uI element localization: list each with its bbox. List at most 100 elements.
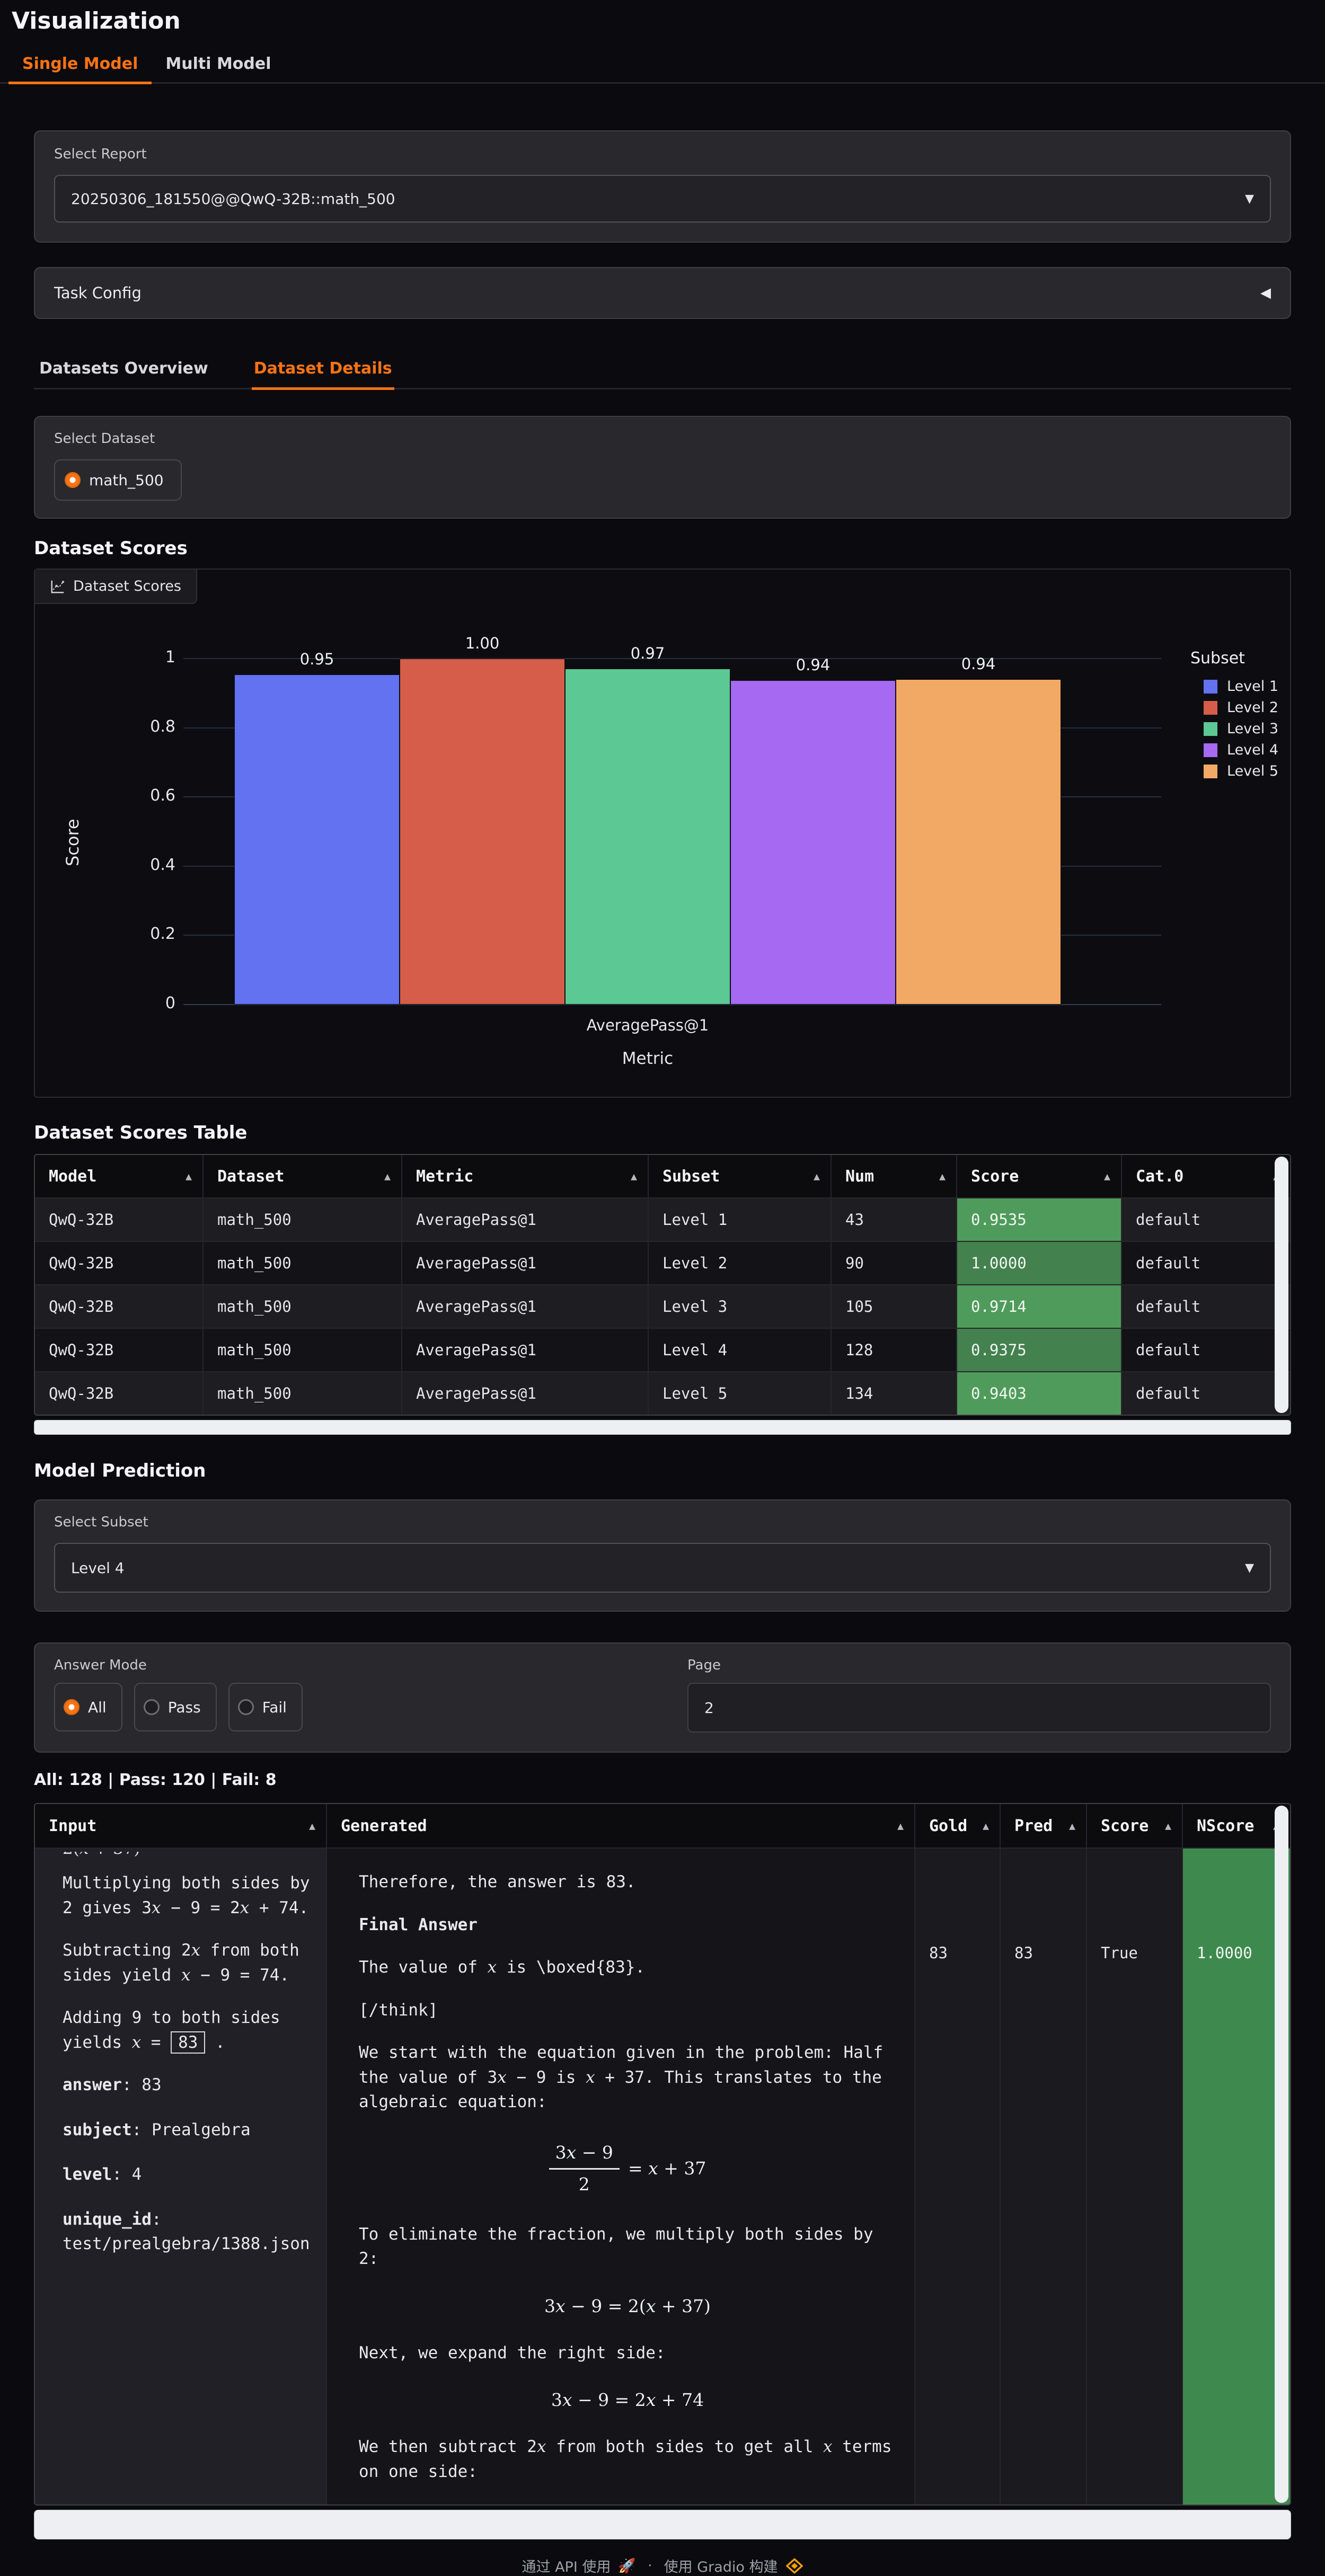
bar-level-4[interactable] <box>730 680 896 1005</box>
bar-level-1[interactable] <box>234 674 400 1005</box>
fraction-numerator: 3x − 9 <box>549 2142 620 2170</box>
y-tick-label: 0.4 <box>117 856 175 874</box>
sort-arrow-icon[interactable]: ▲ <box>1069 1819 1075 1832</box>
column-header-label: Pred <box>1014 1817 1053 1835</box>
cell-metric: AveragePass@1 <box>402 1285 649 1328</box>
cell-model: QwQ-32B <box>35 1198 204 1241</box>
legend-item-level-4[interactable]: Level 4 <box>1204 742 1278 758</box>
table-header-row: Input▲Generated▲Gold▲Pred▲Score▲NScore▲ <box>35 1804 1290 1847</box>
dataset-tabs: Datasets Overview Dataset Details <box>34 353 1291 389</box>
legend-item-level-5[interactable]: Level 5 <box>1204 763 1278 779</box>
built-with-gradio-link[interactable]: 使用 Gradio 构建 <box>664 2555 778 2576</box>
column-header-generated[interactable]: Generated ▲ <box>327 1804 915 1847</box>
column-header-label: Input <box>49 1817 96 1835</box>
bar-level-5[interactable] <box>896 679 1061 1005</box>
page-input[interactable] <box>687 1683 1271 1733</box>
radio-fail[interactable]: Fail <box>228 1683 303 1731</box>
generated-content: Therefore, the answer is 83.Final Answer… <box>341 1849 914 2504</box>
y-tick-label: 0.6 <box>117 786 175 805</box>
column-header-label: Gold <box>929 1817 967 1835</box>
field-unique-id: unique_id: test/prealgebra/1388.json <box>63 2207 312 2257</box>
report-dropdown[interactable]: 20250306_181550@@QwQ-32B::math_500 ▼ <box>54 175 1271 223</box>
column-header-label: Metric <box>416 1167 473 1186</box>
cell-cat-0: default <box>1122 1372 1290 1415</box>
tab-multi-model[interactable]: Multi Model <box>152 47 285 84</box>
vertical-scrollbar[interactable] <box>1275 1806 1288 2503</box>
answer-mode-label: Answer Mode <box>54 1657 687 1673</box>
chevron-down-icon: ▼ <box>1245 192 1254 206</box>
cell-gold: 83 <box>915 1849 1001 2504</box>
sort-arrow-icon[interactable]: ▲ <box>186 1170 192 1183</box>
cell-model: QwQ-32B <box>35 1285 204 1328</box>
cell-cat-0: default <box>1122 1198 1290 1241</box>
sort-arrow-icon[interactable]: ▲ <box>631 1170 637 1183</box>
column-header-metric[interactable]: Metric ▲ <box>402 1155 649 1197</box>
sort-arrow-icon[interactable]: ▲ <box>939 1170 946 1183</box>
subset-dropdown[interactable]: Level 4 ▼ <box>54 1543 1271 1593</box>
column-header-num[interactable]: Num ▲ <box>832 1155 957 1197</box>
bar-value-label: 0.97 <box>565 644 730 662</box>
boxed-answer: 83 <box>171 2031 205 2054</box>
paragraph: We start with the equation given in the … <box>359 2040 896 2115</box>
paragraph: Final Answer <box>359 1913 896 1938</box>
bar-level-2[interactable] <box>400 659 565 1005</box>
cell-metric: AveragePass@1 <box>402 1372 649 1415</box>
bar-level-3[interactable] <box>565 669 730 1005</box>
column-header-subset[interactable]: Subset▲ <box>649 1155 832 1197</box>
radio-pass[interactable]: Pass <box>134 1683 217 1731</box>
task-config-accordion[interactable]: Task Config ◀ <box>34 267 1291 319</box>
cell-subset: Level 2 <box>649 1242 832 1284</box>
subset-dropdown-value: Level 4 <box>71 1559 125 1577</box>
table-header-row: Model▲Dataset▲Metric▲Subset▲Num▲Score▲Ca… <box>35 1155 1290 1197</box>
sort-arrow-icon[interactable]: ▲ <box>1165 1819 1171 1832</box>
cell-score: 1.0000 <box>957 1242 1122 1284</box>
column-header-pred[interactable]: Pred ▲ <box>1001 1804 1087 1847</box>
sort-arrow-icon[interactable]: ▲ <box>384 1170 391 1183</box>
radio-icon <box>65 472 81 488</box>
column-header-nscore[interactable]: NScore▲ <box>1183 1804 1290 1847</box>
column-header-model[interactable]: Model▲ <box>35 1155 204 1197</box>
chevron-down-icon: ▼ <box>1245 1561 1254 1575</box>
cell-model: QwQ-32B <box>35 1242 204 1284</box>
dataset-radio-group: math_500 <box>54 459 1271 501</box>
column-header-input[interactable]: Input ▲ <box>35 1804 327 1847</box>
sort-arrow-icon[interactable]: ▲ <box>309 1819 315 1832</box>
column-header-gold[interactable]: Gold ▲ <box>915 1804 1001 1847</box>
cell-cat-0: default <box>1122 1285 1290 1328</box>
dataset-scores-heading: Dataset Scores <box>34 538 1291 559</box>
horizontal-scrollbar[interactable] <box>34 1420 1291 1435</box>
cell-generated: Therefore, the answer is 83.Final Answer… <box>327 1849 915 2504</box>
column-header-label: Generated <box>341 1817 427 1835</box>
column-header-score[interactable]: Score▲ <box>957 1155 1122 1197</box>
legend-item-level-1[interactable]: Level 1 <box>1204 678 1278 695</box>
column-header-cat-0[interactable]: Cat.0▲ <box>1122 1155 1290 1197</box>
radio-all[interactable]: All <box>54 1683 122 1731</box>
cell-subset: Level 1 <box>649 1198 832 1241</box>
tab-dataset-details[interactable]: Dataset Details <box>252 353 394 390</box>
legend-item-level-3[interactable]: Level 3 <box>1204 721 1278 737</box>
dataset-scores-chart-tab[interactable]: Dataset Scores <box>35 570 197 604</box>
column-header-score[interactable]: Score▲ <box>1087 1804 1183 1847</box>
sort-arrow-icon[interactable]: ▲ <box>897 1819 904 1832</box>
task-config-label: Task Config <box>54 284 142 302</box>
tab-single-model[interactable]: Single Model <box>8 47 152 84</box>
use-via-api-link[interactable]: 通过 API 使用 <box>522 2555 611 2576</box>
horizontal-scrollbar[interactable] <box>34 2510 1291 2539</box>
fraction-rhs: = x + 37 <box>628 2158 706 2179</box>
legend-item-level-2[interactable]: Level 2 <box>1204 699 1278 716</box>
sort-arrow-icon[interactable]: ▲ <box>983 1819 989 1832</box>
sort-arrow-icon[interactable]: ▲ <box>1104 1170 1110 1183</box>
column-header-dataset[interactable]: Dataset▲ <box>204 1155 402 1197</box>
cell-cat-0: default <box>1122 1242 1290 1284</box>
y-axis-title: Score <box>63 819 83 866</box>
page-label: Page <box>687 1657 1271 1673</box>
radio-math-500[interactable]: math_500 <box>54 459 182 501</box>
cell-dataset: math_500 <box>204 1372 402 1415</box>
tab-datasets-overview[interactable]: Datasets Overview <box>37 353 210 390</box>
sort-arrow-icon[interactable]: ▲ <box>814 1170 820 1183</box>
answer-mode-radio-group: AllPassFail <box>54 1683 687 1731</box>
cell-num: 43 <box>832 1198 957 1241</box>
column-header-label: Num <box>845 1167 874 1186</box>
vertical-scrollbar[interactable] <box>1275 1157 1288 1413</box>
cell-subset: Level 4 <box>649 1329 832 1371</box>
